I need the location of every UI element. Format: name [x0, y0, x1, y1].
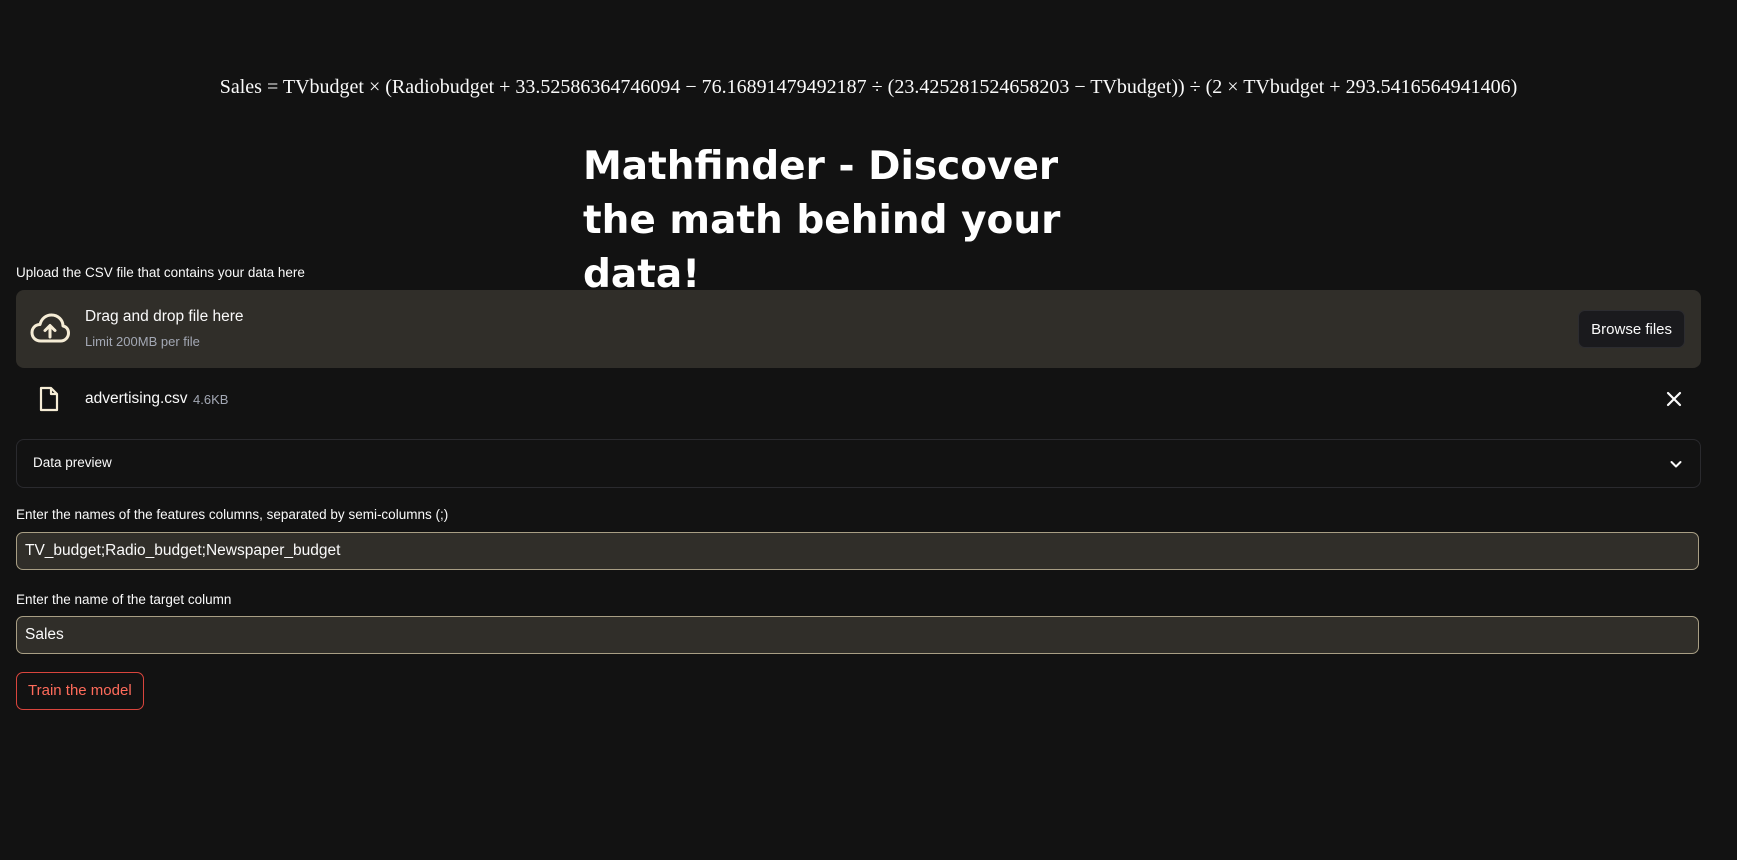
- dropzone-title: Drag and drop file here: [85, 308, 244, 325]
- dropzone-limit: Limit 200MB per file: [85, 334, 200, 349]
- features-input[interactable]: [16, 532, 1699, 570]
- close-icon[interactable]: [1663, 388, 1685, 410]
- data-preview-expander[interactable]: Data preview: [16, 439, 1701, 488]
- file-dropzone[interactable]: Drag and drop file here Limit 200MB per …: [16, 290, 1701, 368]
- train-model-button[interactable]: Train the model: [16, 672, 144, 710]
- target-label: Enter the name of the target column: [16, 592, 232, 607]
- browse-files-button[interactable]: Browse files: [1578, 310, 1685, 348]
- chevron-down-icon: [1670, 461, 1682, 468]
- cloud-upload-icon: [30, 313, 70, 343]
- features-label: Enter the names of the features columns,…: [16, 507, 449, 522]
- discovered-formula: Sales = TVbudget × (Radiobudget + 33.525…: [219, 76, 1518, 98]
- file-name: advertising.csv: [85, 390, 188, 407]
- file-size: 4.6KB: [193, 392, 229, 407]
- file-icon: [39, 386, 59, 412]
- upload-label: Upload the CSV file that contains your d…: [16, 265, 305, 280]
- app-page: Sales = TVbudget × (Radiobudget + 33.525…: [0, 0, 1737, 860]
- page-title: Mathfinder - Discover the math behind yo…: [583, 144, 1061, 297]
- data-preview-label: Data preview: [33, 455, 112, 470]
- uploaded-file-row: advertising.csv 4.6KB: [16, 382, 1701, 420]
- target-input[interactable]: [16, 616, 1699, 654]
